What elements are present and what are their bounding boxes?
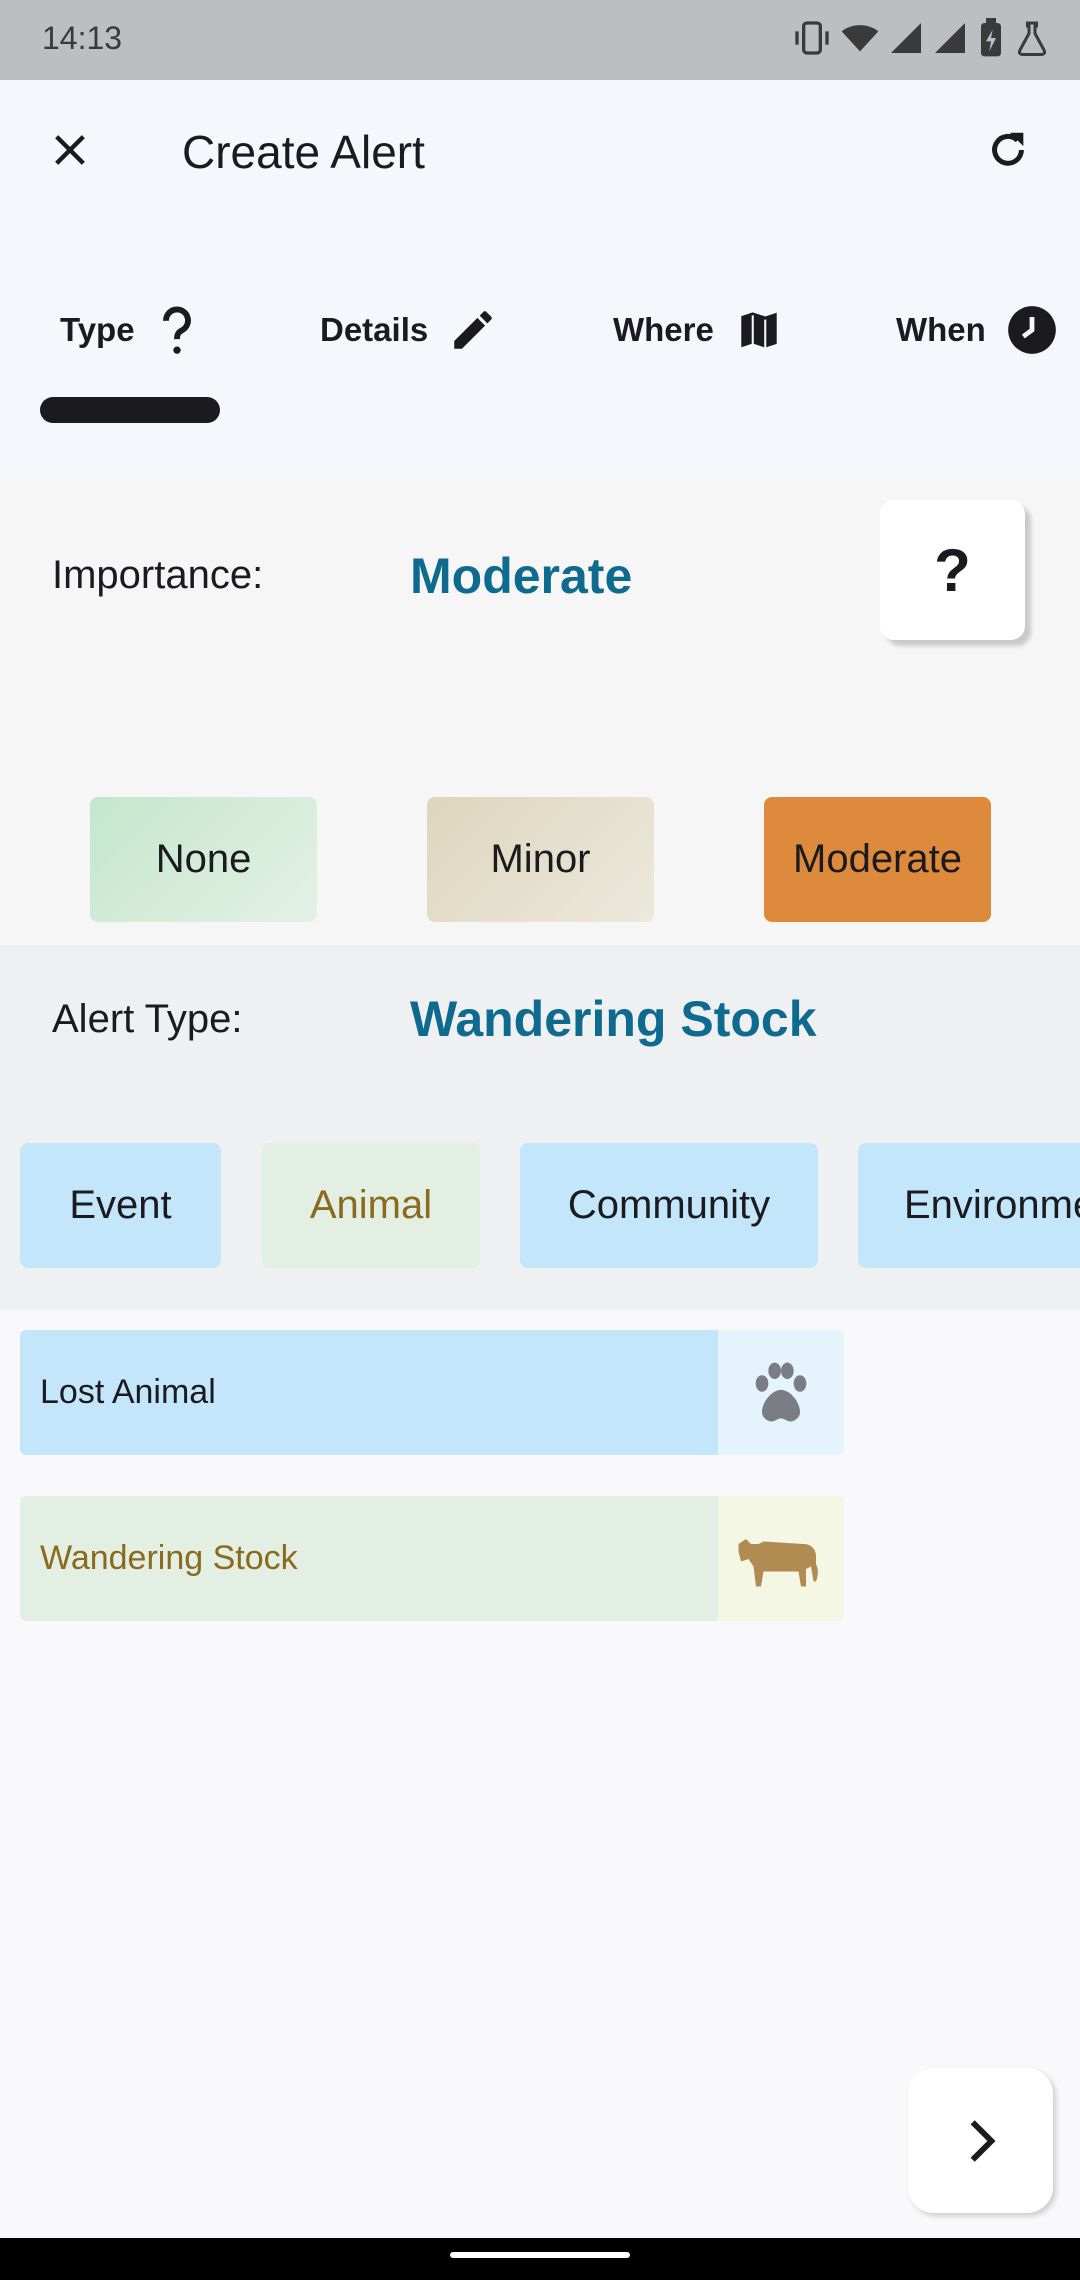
home-handle[interactable]: [450, 2252, 630, 2258]
chevron-right-icon: [970, 2119, 996, 2162]
category-animal-button[interactable]: Animal: [262, 1143, 480, 1268]
tab-type[interactable]: Type: [60, 280, 199, 380]
importance-section: Importance: Moderate ? None Minor Modera…: [0, 475, 1080, 945]
close-button[interactable]: [40, 120, 100, 180]
navigation-bar: [0, 2238, 1080, 2280]
signal-icon-2: [935, 23, 965, 53]
tab-when[interactable]: When: [896, 280, 1058, 380]
importance-minor-button[interactable]: Minor: [427, 797, 654, 922]
alert-type-label: Alert Type:: [52, 997, 243, 1041]
subtype-label-selected: Wandering Stock: [20, 1496, 718, 1621]
importance-moderate-button[interactable]: Moderate: [764, 797, 991, 922]
step-tabs: Type Details Where When: [0, 280, 1080, 380]
clock-icon: [1007, 306, 1056, 354]
question-icon: [162, 306, 191, 354]
tab-details[interactable]: Details: [320, 280, 498, 380]
subtype-lost-animal[interactable]: Lost Animal: [20, 1330, 844, 1455]
status-time: 14:13: [42, 20, 123, 56]
category-event-button[interactable]: Event: [20, 1143, 221, 1268]
refresh-icon: [992, 132, 1024, 166]
importance-value: Moderate: [410, 548, 633, 604]
cow-icon-container: [718, 1496, 844, 1621]
importance-label: Importance:: [52, 553, 264, 597]
pencil-icon: [454, 311, 492, 349]
paw-icon-container: [718, 1330, 844, 1455]
alert-type-section: Alert Type: Wandering Stock Event Animal…: [0, 945, 1080, 1310]
battery-icon: [981, 18, 1001, 57]
flask-icon: [1017, 21, 1047, 56]
subtype-wandering-stock[interactable]: Wandering Stock: [20, 1496, 844, 1621]
subtype-label: Lost Animal: [20, 1330, 718, 1455]
refresh-button[interactable]: [976, 118, 1040, 182]
next-button[interactable]: [908, 2068, 1053, 2213]
cow-icon: [738, 1538, 818, 1586]
tab-where[interactable]: Where: [613, 280, 784, 380]
status-icons: [792, 16, 1050, 60]
signal-icon: [891, 23, 921, 53]
importance-none-button[interactable]: None: [90, 797, 317, 922]
category-environment-button[interactable]: Environment: [858, 1143, 1080, 1268]
close-icon: [55, 135, 85, 165]
tab-where-label: Where: [613, 311, 714, 348]
tab-details-label: Details: [320, 311, 429, 348]
tab-type-label: Type: [60, 311, 135, 348]
wifi-icon: [841, 25, 879, 52]
category-community-button[interactable]: Community: [520, 1143, 818, 1268]
vibrate-icon: [795, 21, 829, 55]
map-icon: [739, 309, 779, 351]
alert-type-value: Wandering Stock: [410, 991, 817, 1047]
tab-when-label: When: [896, 311, 986, 348]
help-button[interactable]: ?: [880, 500, 1025, 640]
app-bar: Create Alert Type Details Where When: [0, 80, 1080, 475]
paw-icon: [755, 1362, 807, 1421]
tab-indicator: [40, 397, 220, 423]
page-title: Create Alert: [182, 126, 425, 178]
status-bar: 14:13: [0, 0, 1080, 80]
